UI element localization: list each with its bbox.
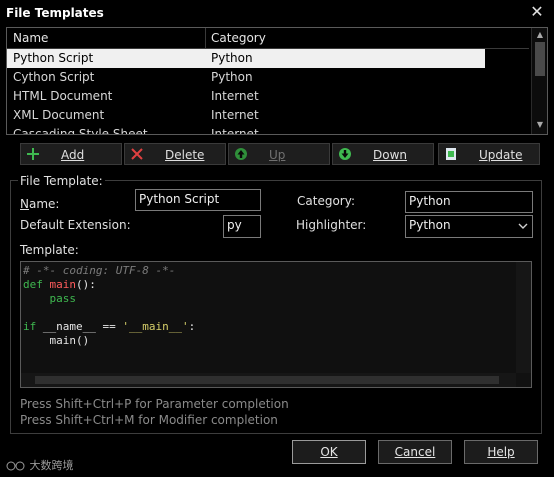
title-bar: File Templates ✕ — [0, 0, 554, 26]
update-button[interactable]: Update — [438, 143, 540, 165]
watermark-logo: 大数跨境 — [6, 457, 74, 473]
list-item-category: Python — [211, 51, 253, 65]
scroll-corner — [516, 373, 531, 387]
ok-button[interactable]: OK — [292, 440, 366, 464]
default-extension-label: Default Extension: — [20, 218, 131, 232]
parameter-hint: Press Shift+Ctrl+P for Parameter complet… — [20, 397, 289, 411]
file-template-group-title: File Template: — [18, 174, 105, 188]
list-item[interactable]: Cascading Style Sheet Internet — [7, 125, 485, 135]
modifier-hint: Press Shift+Ctrl+M for Modifier completi… — [20, 413, 278, 427]
help-button[interactable]: Help — [464, 440, 538, 464]
highlighter-value: Python — [409, 218, 451, 232]
delete-x-icon — [131, 148, 143, 160]
column-header-category[interactable]: Category — [211, 31, 266, 45]
editor-scroll-thumb[interactable] — [35, 376, 499, 384]
list-item-name: Python Script — [13, 51, 94, 65]
editor-vertical-scrollbar[interactable] — [516, 262, 531, 373]
highlighter-select[interactable]: Python — [405, 215, 533, 238]
update-button-label: Update — [479, 148, 523, 162]
cancel-button-label: Cancel — [394, 445, 436, 459]
editor-horizontal-scrollbar[interactable] — [21, 373, 518, 387]
down-button-label: Down — [373, 148, 408, 162]
watermark-text: 大数跨境 — [29, 459, 74, 472]
ok-button-label: OK — [320, 445, 338, 459]
scroll-thumb[interactable] — [535, 42, 545, 76]
list-header: Name Category — [7, 28, 529, 49]
list-item-name: XML Document — [13, 108, 105, 122]
list-item-category: Internet — [211, 127, 259, 135]
list-item[interactable]: XML Document Internet — [7, 106, 485, 125]
list-item-name: Cascading Style Sheet — [13, 127, 148, 135]
category-field[interactable]: Python — [405, 191, 533, 213]
chevron-down-icon — [518, 223, 528, 229]
up-button-label: Up — [269, 148, 286, 162]
list-scrollbar[interactable]: ▲ ▼ — [531, 28, 547, 134]
list-item-category: Internet — [211, 89, 259, 103]
list-item[interactable]: Python Script Python — [7, 49, 485, 68]
template-editor[interactable]: # -*- coding: UTF-8 -*- def main(): pass… — [20, 261, 532, 388]
template-list[interactable]: Name Category Python Script Python Cytho… — [6, 27, 548, 135]
code-line-6: main() — [23, 334, 90, 347]
delete-button[interactable]: Delete — [124, 143, 226, 165]
arrow-down-icon — [339, 148, 351, 160]
template-label: Template: — [20, 243, 79, 257]
plus-icon — [27, 148, 39, 160]
update-document-icon — [446, 148, 456, 160]
column-header-name[interactable]: Name — [13, 31, 48, 45]
add-button[interactable]: Add — [20, 143, 122, 165]
arrow-up-icon — [235, 148, 247, 160]
scroll-up-icon[interactable]: ▲ — [535, 30, 545, 40]
code-line-3: pass — [23, 292, 76, 305]
help-button-label: Help — [487, 445, 515, 459]
down-button[interactable]: Down — [332, 143, 434, 165]
code-line-1: # -*- coding: UTF-8 -*- — [23, 264, 176, 277]
add-button-label: Add — [61, 148, 85, 162]
list-item-name: Cython Script — [13, 70, 95, 84]
delete-button-label: Delete — [165, 148, 205, 162]
extension-field[interactable]: py — [223, 215, 261, 238]
highlighter-label: Highlighter: — [296, 218, 367, 232]
name-label: Name: — [20, 197, 60, 211]
list-item-category: Python — [211, 70, 253, 84]
list-item[interactable]: Cython Script Python — [7, 68, 485, 87]
code-line-5: if __name__ == '__main__': — [23, 320, 196, 333]
list-item-category: Internet — [211, 108, 259, 122]
category-label: Category: — [297, 194, 355, 208]
name-label-rest: ame: — [28, 197, 60, 211]
cancel-button[interactable]: Cancel — [378, 440, 452, 464]
name-field[interactable]: Python Script — [135, 189, 261, 211]
code-line-2: def main(): — [23, 278, 96, 291]
watermark-icon — [6, 461, 25, 471]
window-title: File Templates — [6, 6, 104, 20]
close-icon[interactable]: ✕ — [528, 3, 546, 21]
scroll-down-icon[interactable]: ▼ — [535, 120, 545, 130]
up-button[interactable]: Up — [228, 143, 330, 165]
list-item-name: HTML Document — [13, 89, 113, 103]
list-item[interactable]: HTML Document Internet — [7, 87, 485, 106]
column-divider[interactable] — [205, 28, 206, 48]
